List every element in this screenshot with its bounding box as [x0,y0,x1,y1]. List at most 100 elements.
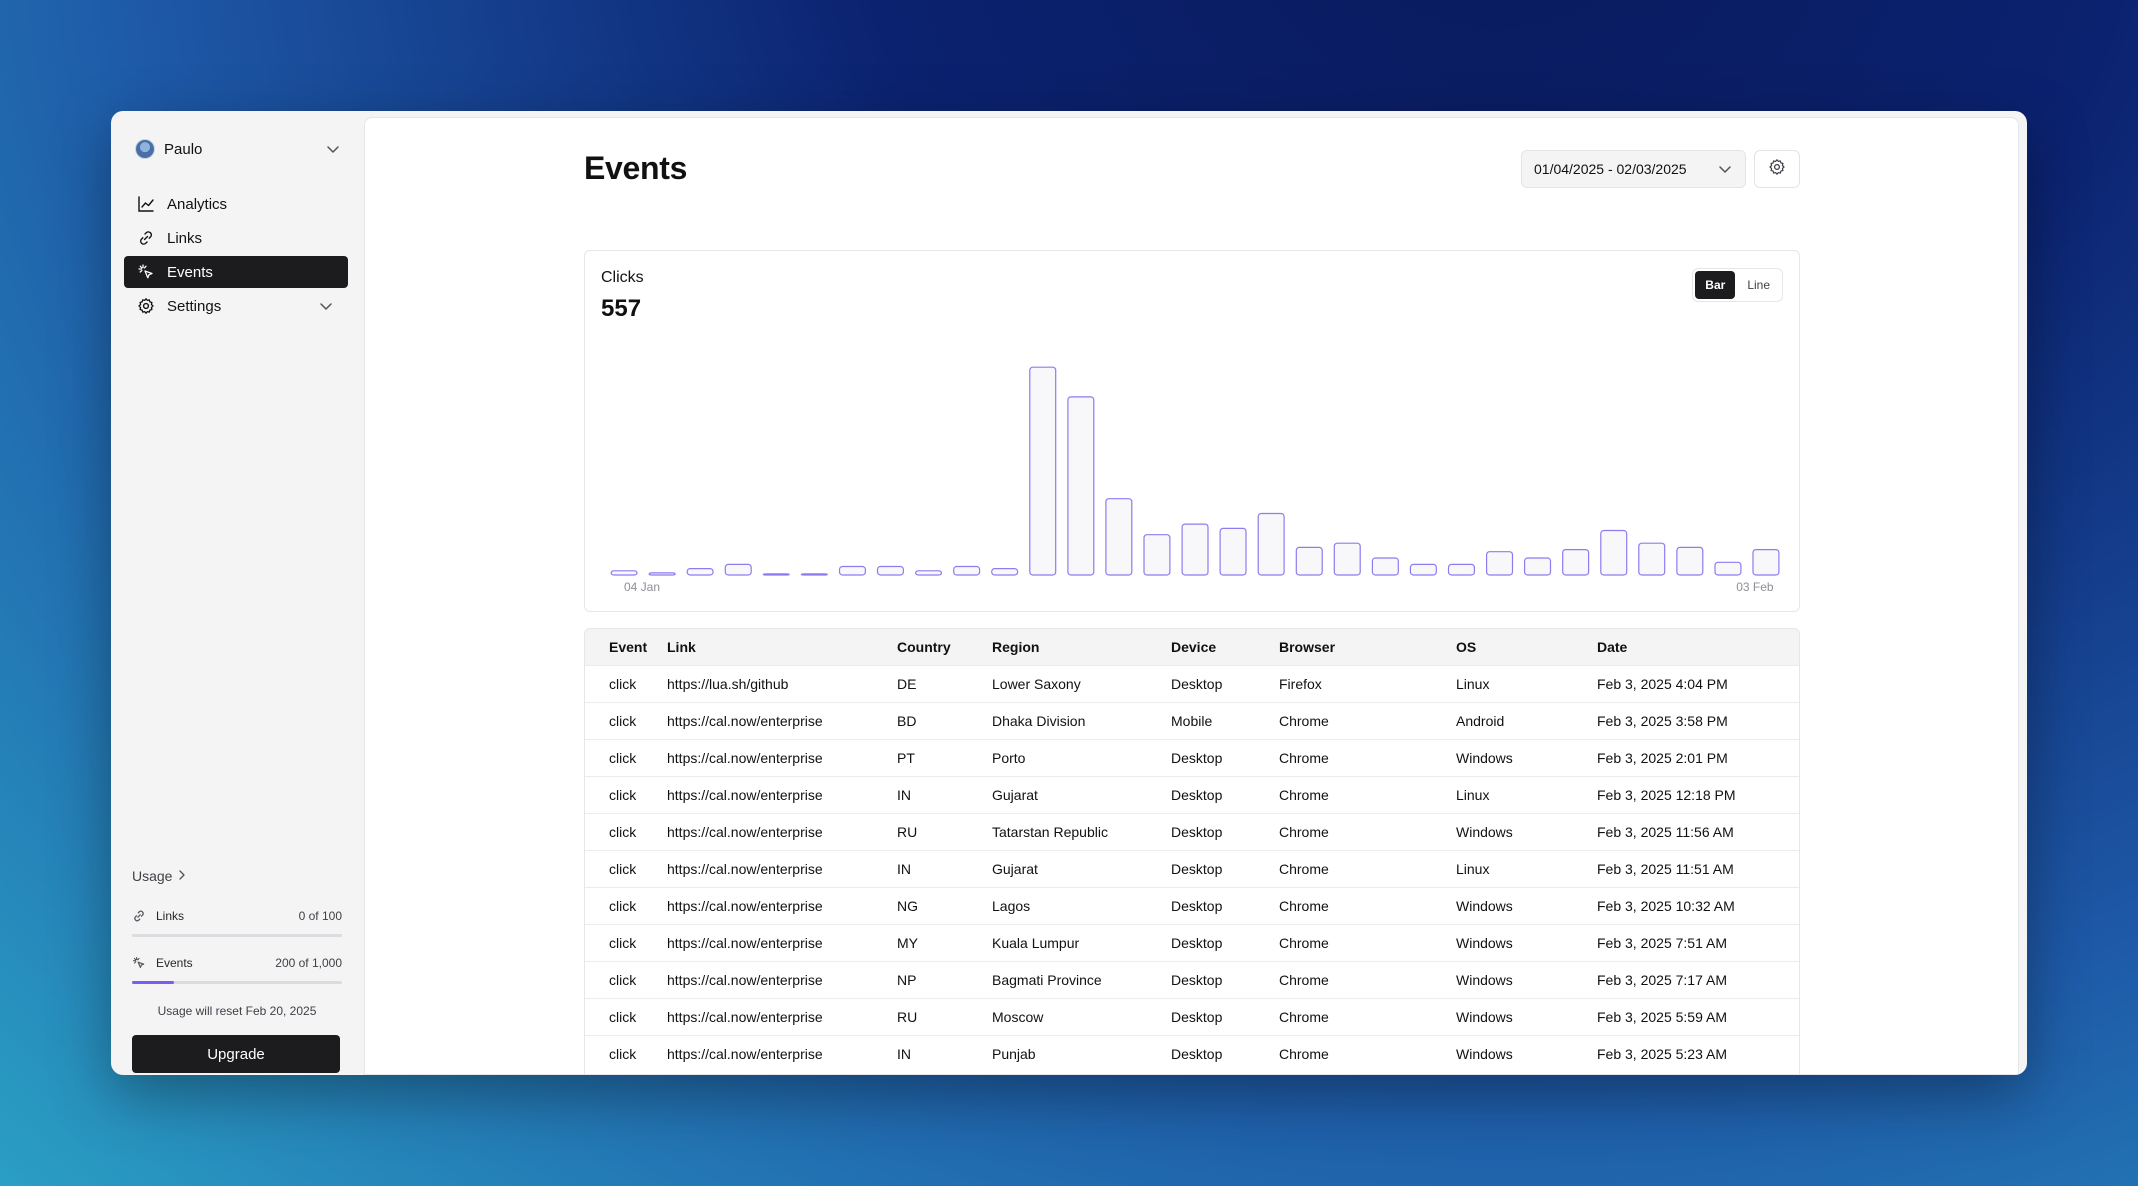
chart-bar[interactable] [838,565,866,576]
cell-date: Feb 3, 2025 4:04 PM [1597,664,1799,702]
settings-button[interactable] [1754,150,1800,188]
meter-label: Links [156,909,185,923]
column-header-browser: Browser [1279,629,1456,665]
chart-bar[interactable] [1371,557,1399,576]
x-tick-label: 04 Jan [624,580,660,594]
bar-option[interactable]: Bar [1695,271,1736,299]
chart-bar[interactable] [648,572,676,576]
chart-bar[interactable] [1447,563,1475,576]
chart-bar[interactable] [1752,549,1780,576]
cell-device: Desktop [1171,738,1279,776]
sidebar-item-links[interactable]: Links [124,222,348,254]
links-usage-meter: Links 0 of 100 [132,908,342,937]
chart-bar[interactable] [915,570,943,576]
progress-track [132,981,342,984]
chart-bar[interactable] [991,568,1019,576]
sidebar-item-settings[interactable]: Settings [124,290,348,322]
chart-bar[interactable] [1333,542,1361,576]
column-header-os: OS [1456,629,1597,665]
account-switcher[interactable]: Paulo [135,133,343,165]
cell-date: Feb 3, 2025 2:01 PM [1597,738,1799,776]
chart-bar[interactable] [686,568,714,576]
chart-bar[interactable] [1523,557,1552,576]
meter-label: Events [156,956,193,970]
chart-bar[interactable] [1181,523,1209,576]
chart-bar[interactable] [800,573,828,576]
chart-bar[interactable] [1257,512,1285,576]
table-row[interactable]: click https://cal.now/enterprise BD Dhaka D… [585,701,1799,739]
cell-region: Lower Saxony [992,664,1171,702]
cell-date: Feb 3, 2025 7:51 AM [1597,923,1799,961]
cell-browser: Chrome [1279,701,1456,739]
events-table: Event Link Country Region Device Browser OS Dat… [585,629,1799,1072]
table-row[interactable]: click https://cal.now/enterprise MY Kuala L… [585,923,1799,961]
cell-browser: Chrome [1279,886,1456,924]
table-row[interactable]: click https://cal.now/enterprise NP Bagmati… [585,960,1799,998]
cell-country: IN [897,775,992,813]
chart-bar[interactable] [1295,546,1323,576]
chart-bar[interactable] [1600,529,1628,576]
cell-date: Feb 3, 2025 11:51 AM [1597,849,1799,887]
cell-device: Desktop [1171,997,1279,1035]
chart-bar[interactable] [1562,549,1590,576]
line-option[interactable]: Line [1737,271,1780,299]
sidebar-item-analytics[interactable]: Analytics [124,188,348,220]
table-row[interactable]: click https://cal.now/enterprise NG Lagos De… [585,886,1799,924]
cell-country: NG [897,886,992,924]
chart-bar[interactable] [610,570,638,576]
chart-bar[interactable] [1676,546,1704,576]
chart-bar[interactable] [1143,534,1171,576]
chart-bar[interactable] [1409,563,1437,576]
chart-bar[interactable] [1067,396,1095,576]
chart-total: 557 [601,295,642,322]
cursor-click-icon [136,262,156,282]
cell-event: click [585,886,667,924]
cell-device: Desktop [1171,775,1279,813]
cell-device: Desktop [1171,1034,1279,1072]
chart-bar[interactable] [1219,527,1247,576]
cell-region: Kuala Lumpur [992,923,1171,961]
table-row[interactable]: click https://cal.now/enterprise RU Moscow D… [585,997,1799,1035]
cell-date: Feb 3, 2025 11:56 AM [1597,812,1799,850]
table-row[interactable]: click https://cal.now/enterprise RU Tatarst… [585,812,1799,850]
cursor-click-icon [132,956,148,970]
usage-link[interactable]: Usage [132,866,342,886]
table-header-row: Event Link Country Region Device Browser OS Dat… [585,629,1799,665]
cell-os: Linux [1456,775,1597,813]
cell-browser: Chrome [1279,812,1456,850]
chart-bar[interactable] [1485,551,1514,576]
chart-bar[interactable] [724,563,752,576]
cell-country: DE [897,664,992,702]
cell-event: click [585,849,667,887]
chart-bar[interactable] [953,565,981,576]
sidebar-item-events[interactable]: Events [124,256,348,288]
chart-bar[interactable] [1105,498,1133,576]
chart-bar[interactable] [1029,366,1057,576]
table-row[interactable]: click https://cal.now/enterprise IN Punjab D… [585,1034,1799,1072]
cell-browser: Chrome [1279,1034,1456,1072]
cell-event: click [585,1034,667,1072]
avatar [135,139,155,159]
table-row[interactable]: click https://lua.sh/github DE Lower Saxony… [585,664,1799,702]
cell-country: IN [897,849,992,887]
table-row[interactable]: click https://cal.now/enterprise PT Porto De… [585,738,1799,776]
chart-bar[interactable] [876,565,904,576]
chart-bar[interactable] [1638,542,1666,576]
cell-region: Dhaka Division [992,701,1171,739]
cell-os: Windows [1456,812,1597,850]
chart-bar[interactable] [1714,561,1742,576]
cell-os: Windows [1456,997,1597,1035]
table-row[interactable]: click https://cal.now/enterprise IN Gujarat… [585,775,1799,813]
cell-country: PT [897,738,992,776]
cell-browser: Chrome [1279,775,1456,813]
cell-event: click [585,812,667,850]
cell-link: https://cal.now/enterprise [667,923,897,961]
cell-event: click [585,664,667,702]
main-panel: Events 01/04/2025 - 02/03/2025 04 Jan 03 … [364,117,2019,1075]
upgrade-button[interactable]: Upgrade [132,1035,340,1073]
chart-bar[interactable] [762,573,790,576]
chart-type-toggle: Bar Line [1692,268,1783,302]
cell-link: https://cal.now/enterprise [667,997,897,1035]
table-row[interactable]: click https://cal.now/enterprise IN Gujarat… [585,849,1799,887]
date-range-picker[interactable]: 01/04/2025 - 02/03/2025 [1521,150,1746,188]
